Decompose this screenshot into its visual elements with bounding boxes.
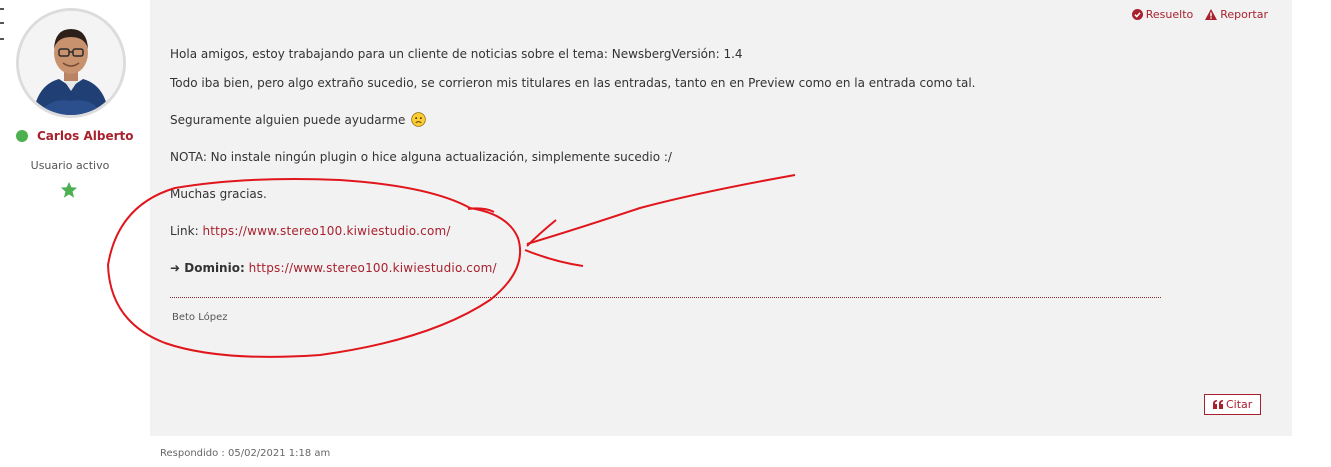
- reply-timestamp: Respondido : 05/02/2021 1:18 am: [160, 448, 331, 459]
- domain-link[interactable]: https://www.stereo100.kiwiestudio.com/: [249, 261, 497, 275]
- signature: Beto López: [172, 312, 228, 323]
- post-link-row: Link: https://www.stereo100.kiwiestudio.…: [170, 223, 1170, 239]
- resolved-label: Resuelto: [1145, 8, 1194, 21]
- post-box: Resuelto Reportar Hola amigos, estoy tra…: [150, 0, 1292, 436]
- quote-label: Citar: [1226, 398, 1253, 411]
- post-paragraph-intro: Hola amigos, estoy trabajando para un cl…: [170, 47, 743, 61]
- author-role: Usuario activo: [30, 159, 110, 172]
- report-label: Reportar: [1220, 8, 1268, 21]
- post-paragraph-note: NOTA: No instale ningún plugin o hice al…: [170, 150, 672, 164]
- check-circle-icon: [1131, 9, 1143, 20]
- star-icon: [60, 181, 78, 198]
- avatar-image: [19, 11, 123, 115]
- quote-icon: [1213, 400, 1223, 409]
- post-content: Hola amigos, estoy trabajando para un cl…: [170, 46, 1170, 297]
- author-name-row: Carlos Alberto: [16, 128, 134, 144]
- post-actions: Resuelto Reportar: [1120, 8, 1268, 21]
- post-domain-row: ➜ Dominio: https://www.stereo100.kiwiest…: [170, 260, 1170, 276]
- post-paragraph-problem: Todo iba bien, pero algo extraño sucedio…: [170, 76, 976, 90]
- post-paragraph-help: Seguramente alguien puede ayudarme: [170, 112, 1170, 128]
- report-button[interactable]: Reportar: [1205, 8, 1268, 21]
- warning-icon: [1205, 9, 1218, 20]
- signature-divider: [170, 297, 1161, 298]
- author-name-link[interactable]: Carlos Alberto: [37, 129, 134, 143]
- frowning-face-icon: [411, 112, 426, 127]
- quote-button[interactable]: Citar: [1204, 394, 1262, 415]
- site-link[interactable]: https://www.stereo100.kiwiestudio.com/: [202, 224, 450, 238]
- avatar[interactable]: [16, 8, 126, 118]
- link-label: Link:: [170, 224, 199, 238]
- resolved-button[interactable]: Resuelto: [1131, 8, 1194, 21]
- post-paragraph-thanks: Muchas gracias.: [170, 187, 267, 201]
- domain-label: ➜ Dominio:: [170, 261, 245, 275]
- online-status-dot: [16, 130, 28, 142]
- author-column: Carlos Alberto Usuario activo: [0, 0, 150, 467]
- post-paragraph-help-text: Seguramente alguien puede ayudarme: [170, 113, 406, 127]
